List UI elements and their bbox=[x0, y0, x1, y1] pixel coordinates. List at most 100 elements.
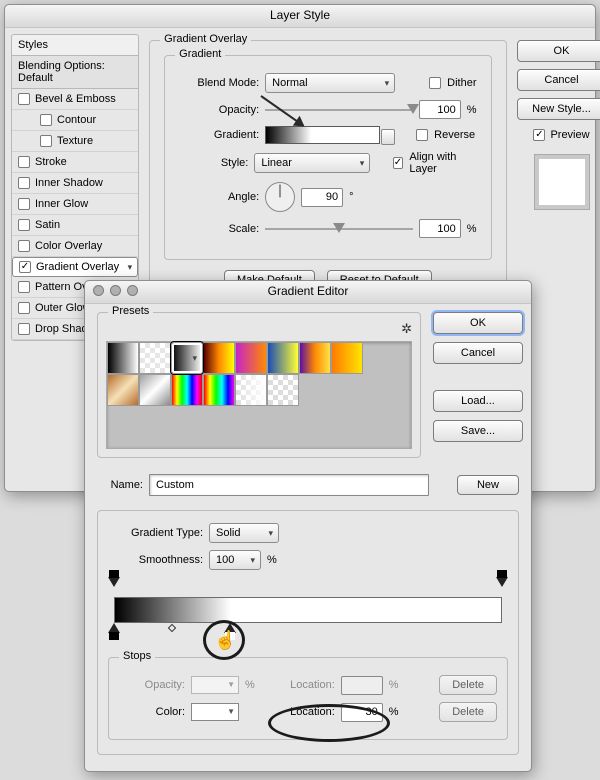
stop-color-well[interactable] bbox=[191, 703, 239, 721]
name-input[interactable] bbox=[149, 474, 429, 496]
gradient-inner-group: Gradient Blend Mode: Normal Dither Opaci… bbox=[164, 55, 491, 260]
ge-titlebar[interactable]: Gradient Editor bbox=[85, 281, 531, 304]
gtype-label: Gradient Type: bbox=[108, 527, 203, 539]
ge-title: Gradient Editor bbox=[268, 284, 349, 298]
style-label: Style: bbox=[179, 157, 248, 169]
ge-cancel-button[interactable]: Cancel bbox=[433, 342, 523, 364]
scale-input[interactable] bbox=[419, 219, 461, 238]
reverse-label: Reverse bbox=[434, 129, 475, 141]
presets-legend: Presets bbox=[108, 305, 153, 317]
reverse-checkbox[interactable] bbox=[416, 129, 428, 141]
ok-button[interactable]: OK bbox=[517, 40, 600, 62]
ge-load-button[interactable]: Load... bbox=[433, 390, 523, 412]
style-checkbox[interactable] bbox=[18, 323, 30, 335]
style-item-texture[interactable]: Texture bbox=[12, 131, 138, 152]
preset-swatch[interactable] bbox=[139, 342, 171, 374]
opacity-input[interactable] bbox=[419, 100, 461, 119]
style-select[interactable]: Linear bbox=[254, 153, 370, 173]
preset-swatch[interactable] bbox=[171, 374, 203, 406]
minimize-icon[interactable] bbox=[110, 285, 121, 296]
align-label: Align with Layer bbox=[409, 151, 476, 175]
opacity-stops-track[interactable] bbox=[114, 577, 502, 591]
preset-swatch[interactable] bbox=[235, 342, 267, 374]
midpoint-handle[interactable] bbox=[168, 624, 176, 632]
dither-label: Dither bbox=[447, 77, 476, 89]
style-item-bevel-emboss[interactable]: Bevel & Emboss bbox=[12, 89, 138, 110]
angle-input[interactable] bbox=[301, 188, 343, 207]
preset-swatch[interactable] bbox=[107, 342, 139, 374]
style-item-stroke[interactable]: Stroke bbox=[12, 152, 138, 173]
align-checkbox[interactable] bbox=[393, 157, 404, 169]
presets-group: Presets ✲ bbox=[97, 312, 421, 458]
style-checkbox[interactable] bbox=[18, 156, 30, 168]
angle-dial[interactable] bbox=[265, 182, 295, 212]
style-checkbox[interactable] bbox=[40, 135, 52, 147]
style-item-gradient-overlay[interactable]: Gradient Overlay bbox=[12, 257, 138, 277]
stop-color-loc-input[interactable] bbox=[341, 703, 383, 722]
color-stop-white[interactable] bbox=[224, 623, 236, 633]
style-checkbox[interactable] bbox=[18, 281, 30, 293]
stop-op-loc-label: Location: bbox=[269, 679, 335, 691]
new-button[interactable]: New bbox=[457, 475, 519, 495]
preset-swatch[interactable] bbox=[235, 374, 267, 406]
close-icon[interactable] bbox=[93, 285, 104, 296]
preview-swatch bbox=[534, 154, 590, 210]
inner-legend: Gradient bbox=[175, 48, 225, 60]
gtype-select[interactable]: Solid bbox=[209, 523, 279, 543]
style-item-inner-shadow[interactable]: Inner Shadow bbox=[12, 173, 138, 194]
stop-op-loc-input bbox=[341, 676, 383, 695]
color-stop-black[interactable] bbox=[108, 623, 120, 633]
style-item-satin[interactable]: Satin bbox=[12, 215, 138, 236]
new-style-button[interactable]: New Style... bbox=[517, 98, 600, 120]
gear-icon[interactable]: ✲ bbox=[401, 321, 412, 336]
styles-header[interactable]: Styles bbox=[11, 34, 139, 56]
opacity-stop-left[interactable] bbox=[108, 577, 120, 587]
preset-swatch[interactable] bbox=[171, 342, 203, 374]
name-label: Name: bbox=[97, 479, 143, 491]
style-checkbox[interactable] bbox=[18, 198, 30, 210]
style-checkbox[interactable] bbox=[40, 114, 52, 126]
style-item-inner-glow[interactable]: Inner Glow bbox=[12, 194, 138, 215]
style-checkbox[interactable] bbox=[18, 302, 30, 314]
style-label: Outer Glow bbox=[35, 302, 91, 314]
gradient-bar[interactable] bbox=[114, 597, 502, 623]
ge-save-button[interactable]: Save... bbox=[433, 420, 523, 442]
window-titlebar[interactable]: Layer Style bbox=[5, 5, 595, 28]
color-delete-button: Delete bbox=[439, 702, 497, 722]
gradient-swatch[interactable] bbox=[265, 126, 380, 144]
blending-options[interactable]: Blending Options: Default bbox=[11, 56, 139, 89]
cancel-button[interactable]: Cancel bbox=[517, 69, 600, 91]
stops-legend: Stops bbox=[119, 650, 155, 662]
dither-checkbox[interactable] bbox=[429, 77, 441, 89]
preset-swatch[interactable] bbox=[299, 342, 331, 374]
group-legend: Gradient Overlay bbox=[160, 33, 251, 45]
style-item-color-overlay[interactable]: Color Overlay bbox=[12, 236, 138, 257]
preview-label: Preview bbox=[550, 129, 589, 141]
zoom-icon[interactable] bbox=[127, 285, 138, 296]
style-checkbox[interactable] bbox=[18, 219, 30, 231]
style-checkbox[interactable] bbox=[18, 240, 30, 252]
style-item-contour[interactable]: Contour bbox=[12, 110, 138, 131]
preset-swatch[interactable] bbox=[267, 374, 299, 406]
style-checkbox[interactable] bbox=[18, 177, 30, 189]
gradient-overlay-group: Gradient Overlay Gradient Blend Mode: No… bbox=[149, 40, 506, 305]
color-stops-track[interactable] bbox=[114, 623, 502, 641]
preset-swatch[interactable] bbox=[107, 374, 139, 406]
opacity-stop-right[interactable] bbox=[496, 577, 508, 587]
preview-checkbox[interactable] bbox=[533, 129, 545, 141]
preset-swatch[interactable] bbox=[203, 342, 235, 374]
scale-slider[interactable] bbox=[265, 221, 413, 237]
preset-swatch[interactable] bbox=[139, 374, 171, 406]
blendmode-select[interactable]: Normal bbox=[265, 73, 395, 93]
style-checkbox[interactable] bbox=[19, 261, 31, 273]
ge-ok-button[interactable]: OK bbox=[433, 312, 523, 334]
style-checkbox[interactable] bbox=[18, 93, 30, 105]
smooth-select[interactable]: 100 bbox=[209, 550, 261, 570]
traffic-lights[interactable] bbox=[93, 285, 138, 296]
stop-color-label: Color: bbox=[119, 706, 185, 718]
preset-swatch[interactable] bbox=[203, 374, 235, 406]
preset-swatch[interactable] bbox=[267, 342, 299, 374]
preset-swatch[interactable] bbox=[331, 342, 363, 374]
stop-opacity-label: Opacity: bbox=[119, 679, 185, 691]
style-label: Texture bbox=[57, 135, 93, 147]
